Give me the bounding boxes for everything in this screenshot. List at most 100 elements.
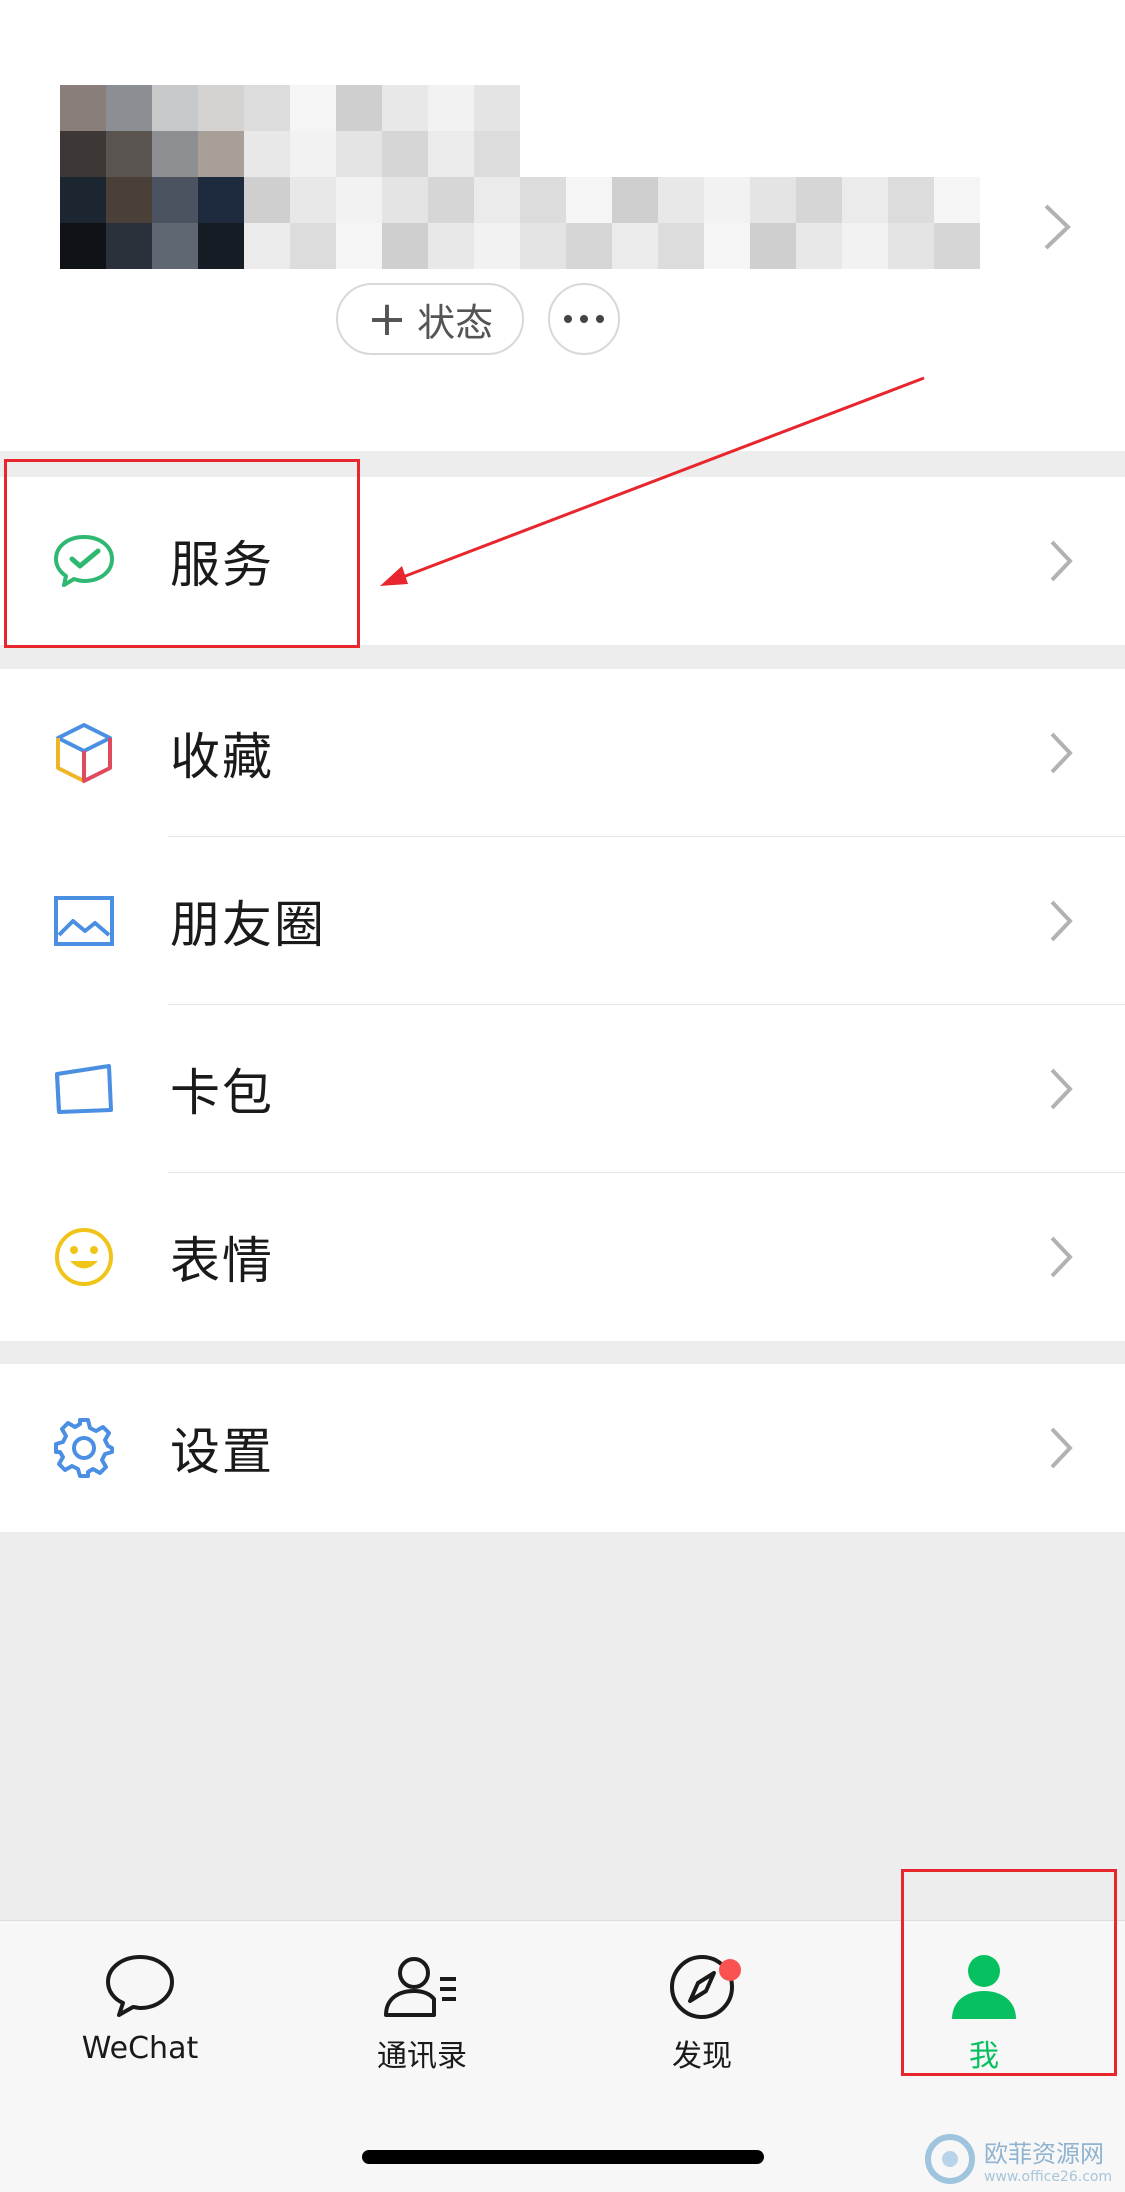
name-pixel xyxy=(290,131,336,177)
more-dot xyxy=(580,315,588,323)
tab-label: 通讯录 xyxy=(377,2039,467,2074)
name-pixel xyxy=(842,177,888,223)
menu-item-label: 卡包 xyxy=(170,1064,274,1122)
name-pixel xyxy=(428,177,474,223)
notification-badge xyxy=(719,1959,741,1981)
cube-icon xyxy=(50,719,118,787)
name-pixel xyxy=(566,223,612,269)
name-pixel xyxy=(382,131,428,177)
menu-item-label: 朋友圈 xyxy=(170,896,326,954)
chevron-right-icon xyxy=(1050,900,1073,942)
avatar-pixel xyxy=(106,131,152,177)
menu-item-cards[interactable]: 卡包 xyxy=(0,1005,1125,1173)
name-pixel xyxy=(428,85,474,131)
name-pixel xyxy=(566,177,612,223)
avatar-pixel xyxy=(106,85,152,131)
name-pixel xyxy=(658,177,704,223)
name-pixel xyxy=(704,223,750,269)
name-pixel xyxy=(934,223,980,269)
avatar-pixel xyxy=(60,131,106,177)
tab-label: WeChat xyxy=(81,2031,199,2066)
name-pixel xyxy=(520,223,566,269)
chevron-right-icon xyxy=(1050,1427,1073,1469)
avatar-pixel xyxy=(152,177,198,223)
name-pixel xyxy=(290,85,336,131)
avatar-pixel xyxy=(106,177,152,223)
avatar-pixel xyxy=(106,223,152,269)
chevron-right-icon xyxy=(1050,1236,1073,1278)
avatar-pixel xyxy=(198,177,244,223)
name-pixel xyxy=(796,223,842,269)
profile-header[interactable]: + 状态 xyxy=(0,0,1125,451)
name-pixel xyxy=(244,85,290,131)
picture-icon xyxy=(50,887,118,955)
name-pixel xyxy=(244,223,290,269)
more-options-button[interactable] xyxy=(548,283,620,355)
name-pixel xyxy=(244,177,290,223)
tab-discover[interactable]: 发现 xyxy=(602,1951,802,2091)
avatar-pixel xyxy=(152,131,198,177)
name-pixel xyxy=(888,177,934,223)
card-icon xyxy=(50,1055,118,1123)
chevron-right-icon xyxy=(1050,540,1073,582)
name-pixel xyxy=(382,223,428,269)
settings-section: 设置 xyxy=(0,1364,1125,1532)
name-pixel xyxy=(474,223,520,269)
name-pixel xyxy=(750,223,796,269)
name-pixel xyxy=(336,223,382,269)
menu-item-label: 表情 xyxy=(170,1232,274,1290)
chevron-right-icon xyxy=(1050,732,1073,774)
name-pixel xyxy=(382,177,428,223)
name-pixel xyxy=(244,131,290,177)
name-pixel xyxy=(520,177,566,223)
chevron-right-icon xyxy=(1044,204,1071,250)
watermark-logo-icon xyxy=(925,2134,975,2184)
menu-item-stickers[interactable]: 表情 xyxy=(0,1173,1125,1341)
tab-label: 发现 xyxy=(672,2039,732,2074)
name-pixel xyxy=(428,131,474,177)
watermark-url: www.office26.com xyxy=(984,2168,1113,2185)
name-pixel xyxy=(290,177,336,223)
menu-item-favorites[interactable]: 收藏 xyxy=(0,669,1125,837)
avatar-pixel xyxy=(198,85,244,131)
gear-icon xyxy=(50,1414,118,1482)
avatar-pixel xyxy=(152,85,198,131)
name-pixel xyxy=(474,131,520,177)
name-pixel xyxy=(750,177,796,223)
name-pixel xyxy=(474,85,520,131)
contacts-icon xyxy=(384,1957,456,2017)
name-pixel xyxy=(612,223,658,269)
name-pixel xyxy=(842,223,888,269)
chevron-right-icon xyxy=(1050,1068,1073,1110)
more-dot xyxy=(564,315,572,323)
name-pixel xyxy=(336,131,382,177)
menu-item-label: 设置 xyxy=(170,1423,274,1481)
status-button-label: 状态 xyxy=(417,300,494,345)
name-pixel xyxy=(382,85,428,131)
avatar-and-name-blurred xyxy=(60,85,995,275)
plus-icon: + xyxy=(366,291,408,347)
name-pixel xyxy=(336,177,382,223)
avatar-pixel xyxy=(60,85,106,131)
tab-contacts[interactable]: 通讯录 xyxy=(322,1951,522,2091)
watermark: 欧菲资源网 www.office26.com xyxy=(922,2130,1122,2188)
highlight-box-me-tab xyxy=(901,1869,1117,2076)
name-pixel xyxy=(428,223,474,269)
name-pixel xyxy=(934,177,980,223)
menu-item-settings[interactable]: 设置 xyxy=(0,1364,1125,1532)
name-pixel xyxy=(796,177,842,223)
avatar-pixel xyxy=(60,177,106,223)
avatar-pixel xyxy=(60,223,106,269)
add-status-button[interactable]: + 状态 xyxy=(336,283,524,355)
features-section: 收藏 朋友圈 卡包 表情 xyxy=(0,669,1125,1341)
name-pixel xyxy=(658,223,704,269)
name-pixel xyxy=(474,177,520,223)
avatar-pixel xyxy=(152,223,198,269)
avatar-pixel xyxy=(198,131,244,177)
tab-chats[interactable]: WeChat xyxy=(40,1951,240,2091)
smiley-icon xyxy=(50,1223,118,1291)
home-indicator[interactable] xyxy=(362,2150,764,2164)
menu-item-moments[interactable]: 朋友圈 xyxy=(0,837,1125,1005)
highlight-box-services xyxy=(4,459,360,648)
name-pixel xyxy=(612,177,658,223)
